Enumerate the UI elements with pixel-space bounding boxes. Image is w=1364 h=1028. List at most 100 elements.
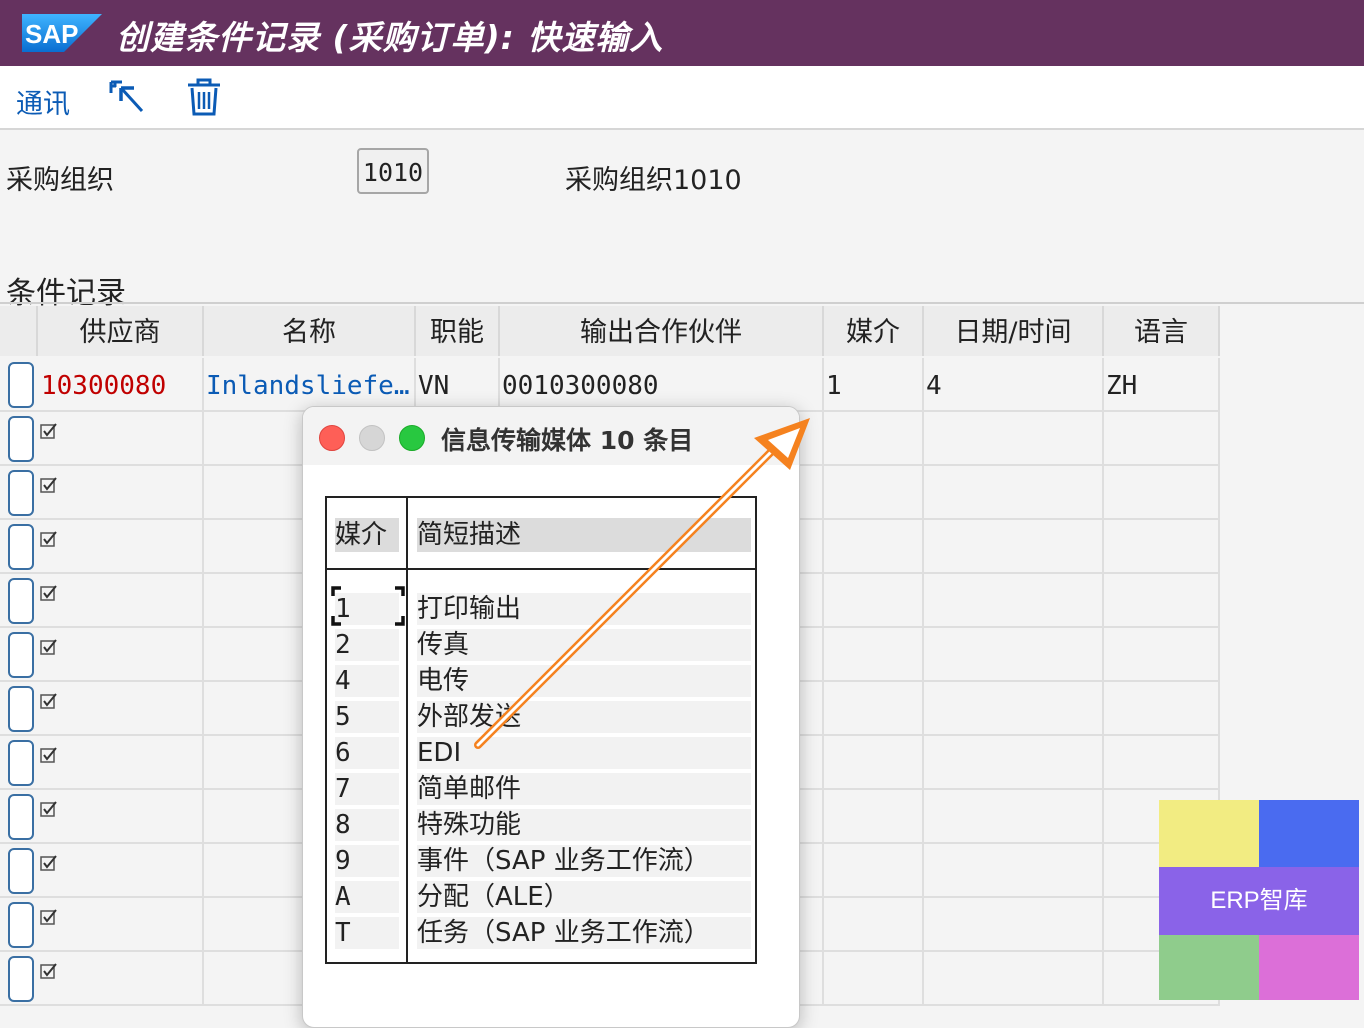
row-selector[interactable] (8, 902, 34, 948)
list-item-desc[interactable]: 分配（ALE） (417, 881, 751, 913)
list-item-key[interactable]: 9 (335, 845, 399, 877)
row-selector[interactable] (8, 686, 34, 732)
cell-function[interactable]: VN (416, 358, 500, 410)
checkbox-icon[interactable] (40, 962, 58, 980)
table-cell[interactable] (1104, 736, 1220, 788)
row-selector[interactable] (8, 956, 34, 1002)
checkbox-icon[interactable] (40, 692, 58, 710)
checkbox-icon[interactable] (40, 422, 58, 440)
table-cell[interactable] (924, 520, 1104, 572)
table-cell[interactable] (1104, 520, 1220, 572)
trash-icon[interactable] (186, 77, 222, 117)
cell-medium[interactable]: 1 (824, 358, 924, 410)
list-item-desc[interactable]: 外部发送 (417, 701, 751, 733)
table-cell[interactable] (824, 790, 924, 842)
table-cell[interactable] (38, 844, 204, 896)
table-cell[interactable] (924, 628, 1104, 680)
row-selector[interactable] (8, 362, 34, 408)
table-cell[interactable] (1104, 628, 1220, 680)
list-header-desc[interactable]: 简短描述 (417, 518, 751, 552)
column-header-datetime[interactable]: 日期/时间 (924, 306, 1104, 356)
close-window-icon[interactable] (319, 425, 345, 451)
list-item-key[interactable]: T (335, 917, 399, 949)
column-header-function[interactable]: 职能 (416, 306, 500, 356)
table-row[interactable]: 10300080 Inlandslieferant... VN 00103000… (0, 358, 1220, 412)
table-cell[interactable] (38, 520, 204, 572)
table-cell[interactable] (38, 574, 204, 626)
checkbox-icon[interactable] (40, 908, 58, 926)
cell-datetime[interactable]: 4 (924, 358, 1104, 410)
list-item-desc[interactable]: 电传 (417, 665, 751, 697)
table-cell[interactable] (824, 412, 924, 464)
table-cell[interactable] (824, 574, 924, 626)
checkbox-icon[interactable] (40, 584, 58, 602)
header-select-all[interactable] (0, 306, 38, 356)
table-cell[interactable] (924, 952, 1104, 1004)
communication-button[interactable]: 通讯 (16, 82, 70, 121)
table-cell[interactable] (1104, 682, 1220, 734)
cell-vendor[interactable]: 10300080 (38, 358, 204, 410)
list-item-key[interactable]: 4 (335, 665, 399, 697)
table-cell[interactable] (38, 790, 204, 842)
table-cell[interactable] (38, 628, 204, 680)
row-selector[interactable] (8, 794, 34, 840)
table-cell[interactable] (824, 466, 924, 518)
row-selector[interactable] (8, 740, 34, 786)
row-selector[interactable] (8, 524, 34, 570)
table-cell[interactable] (924, 790, 1104, 842)
table-cell[interactable] (924, 412, 1104, 464)
table-cell[interactable] (1104, 574, 1220, 626)
table-cell[interactable] (38, 466, 204, 518)
table-cell[interactable] (38, 682, 204, 734)
minimize-window-icon[interactable] (359, 425, 385, 451)
cell-language[interactable]: ZH (1104, 358, 1220, 410)
select-pointer-icon[interactable] (108, 79, 146, 115)
row-selector[interactable] (8, 632, 34, 678)
table-cell[interactable] (38, 898, 204, 950)
table-cell[interactable] (824, 898, 924, 950)
list-item-desc[interactable]: 事件（SAP 业务工作流） (417, 845, 751, 877)
table-cell[interactable] (924, 574, 1104, 626)
checkbox-icon[interactable] (40, 854, 58, 872)
table-cell[interactable] (824, 682, 924, 734)
row-selector[interactable] (8, 848, 34, 894)
list-item-key[interactable]: 8 (335, 809, 399, 841)
column-header-language[interactable]: 语言 (1104, 306, 1220, 356)
list-item-desc[interactable]: EDI (417, 737, 751, 769)
checkbox-icon[interactable] (40, 530, 58, 548)
table-cell[interactable] (1104, 412, 1220, 464)
table-cell[interactable] (1104, 466, 1220, 518)
table-cell[interactable] (38, 412, 204, 464)
column-header-vendor[interactable]: 供应商 (38, 306, 204, 356)
table-cell[interactable] (824, 736, 924, 788)
list-item-desc[interactable]: 简单邮件 (417, 773, 751, 805)
purch-org-field[interactable]: 1010 (357, 148, 429, 194)
checkbox-icon[interactable] (40, 476, 58, 494)
list-item-key[interactable]: A (335, 881, 399, 913)
row-selector[interactable] (8, 470, 34, 516)
column-header-medium[interactable]: 媒介 (824, 306, 924, 356)
list-item-desc[interactable]: 打印输出 (417, 593, 751, 625)
table-cell[interactable] (924, 844, 1104, 896)
table-cell[interactable] (824, 628, 924, 680)
checkbox-icon[interactable] (40, 638, 58, 656)
table-cell[interactable] (924, 682, 1104, 734)
list-header-key[interactable]: 媒介 (335, 518, 399, 552)
row-selector[interactable] (8, 416, 34, 462)
checkbox-icon[interactable] (40, 746, 58, 764)
table-cell[interactable] (924, 466, 1104, 518)
table-cell[interactable] (924, 898, 1104, 950)
list-item-desc[interactable]: 任务（SAP 业务工作流） (417, 917, 751, 949)
table-cell[interactable] (824, 520, 924, 572)
list-item-key[interactable]: 7 (335, 773, 399, 805)
column-header-output-partner[interactable]: 输出合作伙伴 (500, 306, 824, 356)
table-cell[interactable] (824, 952, 924, 1004)
table-cell[interactable] (824, 844, 924, 896)
table-cell[interactable] (38, 736, 204, 788)
cell-output-partner[interactable]: 0010300080 (500, 358, 824, 410)
table-cell[interactable] (38, 952, 204, 1004)
table-cell[interactable] (924, 736, 1104, 788)
column-header-name[interactable]: 名称 (204, 306, 416, 356)
cell-name[interactable]: Inlandslieferant... (204, 358, 416, 410)
row-selector[interactable] (8, 578, 34, 624)
